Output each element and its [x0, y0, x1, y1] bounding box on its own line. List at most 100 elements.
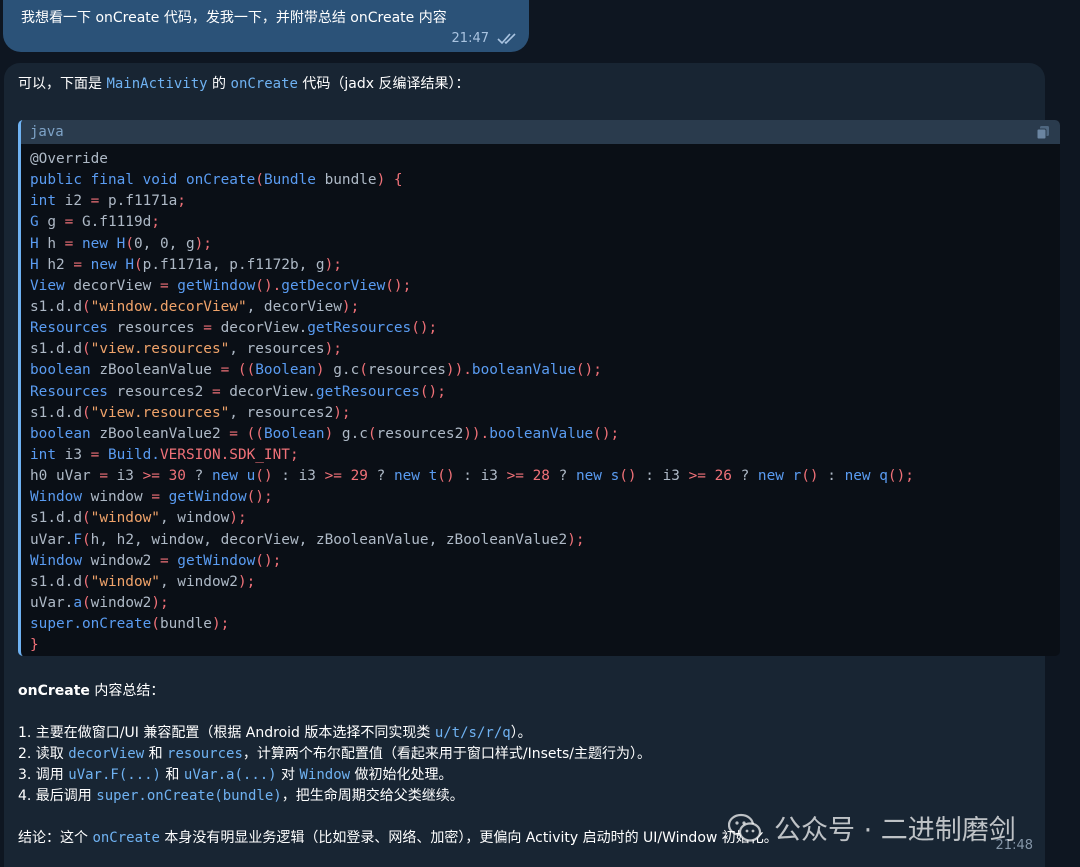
code-token: onCreate — [81, 616, 152, 633]
code-token: : i3 — [281, 468, 325, 485]
inline-code: Window — [299, 767, 351, 783]
code-token: boolean — [30, 425, 100, 442]
code-token: , window2 — [159, 573, 238, 590]
code-token: Build. — [107, 446, 160, 463]
code-token: ); — [151, 594, 169, 611]
code-token: "window" — [90, 510, 160, 527]
code-block: java @Override public final void onCreate… — [18, 120, 1060, 656]
code-token: : i3 — [463, 468, 507, 485]
code-token: , decorView — [246, 298, 342, 315]
summary-item: 4. 最后调用 super.onCreate(bundle)，把生命周期交给父类… — [18, 786, 778, 807]
code-line: Window window2 = getWindow(); — [30, 551, 914, 572]
intro-prefix: 可以，下面是 — [18, 76, 107, 92]
code-token: s1.d.d — [30, 510, 82, 527]
code-token: G — [30, 214, 48, 231]
code-token: ( — [82, 531, 91, 548]
code-token: g — [47, 214, 65, 231]
code-token: ( — [125, 235, 134, 252]
code-token: (); — [575, 362, 602, 379]
code-token: q — [879, 468, 888, 485]
code-language-label: java — [30, 124, 64, 140]
wechat-icon — [728, 813, 762, 842]
code-token: H — [30, 256, 48, 273]
code-token: = — [64, 214, 82, 231]
code-token: ) — [324, 425, 342, 442]
code-line: Resources resources = decorView.getResou… — [30, 318, 914, 339]
code-token: Window — [30, 552, 91, 569]
code-token: ? — [194, 468, 212, 485]
code-token: ? — [740, 468, 758, 485]
code-token: getResources — [307, 320, 412, 337]
code-token: i3 — [116, 468, 143, 485]
summary-text: ，计算两个布尔配置值（看起来用于窗口样式/Insets/主题行为）。 — [242, 746, 652, 762]
copy-icon[interactable] — [1036, 125, 1050, 140]
code-token: ); — [229, 510, 247, 527]
code-line: s1.d.d("window", window); — [30, 508, 914, 529]
code-line: uVar.a(window2); — [30, 593, 914, 614]
code-token: new — [211, 468, 247, 485]
code-token: VERSION.SDK_INT — [159, 446, 290, 463]
summary-text: 本身没有明显业务逻辑（比如登录、网络、加密），更偏向 Activity 启动时的… — [159, 830, 778, 846]
code-token: getWindow — [177, 277, 256, 294]
code-line: H h2 = new H(p.f1171a, p.f1172b, g); — [30, 255, 914, 276]
code-token: (); — [593, 425, 620, 442]
code-token: : i3 — [645, 468, 689, 485]
code-token: ); — [333, 404, 351, 421]
code-token: new — [81, 235, 117, 252]
code-token: zBooleanValue — [99, 362, 221, 379]
code-token: new — [757, 468, 793, 485]
code-line: G g = G.f1119d; — [30, 212, 914, 233]
code-token: H — [30, 235, 48, 252]
code-token: 28 — [532, 468, 559, 485]
inline-code: u/t/s/r/q — [434, 725, 511, 741]
code-token: new — [575, 468, 611, 485]
code-token: ); — [567, 531, 585, 548]
code-token: ( — [255, 172, 264, 189]
code-token: resources2 — [116, 383, 212, 400]
code-token: 26 — [714, 468, 741, 485]
code-token: public final void — [30, 172, 186, 189]
summary-text: 做初始化处理。 — [350, 767, 453, 783]
code-token: Window — [30, 489, 91, 506]
code-token: ); — [324, 256, 342, 273]
code-token: (). — [255, 277, 282, 294]
code-token: resources — [367, 362, 446, 379]
code-token: : — [827, 468, 845, 485]
code-line: H h = new H(0, 0, g); — [30, 234, 914, 255]
inline-code: onCreate — [92, 830, 160, 846]
code-token: ); — [341, 298, 360, 315]
summary-text: 和 — [160, 767, 184, 783]
double-check-icon — [497, 32, 516, 44]
summary-section: onCreate 内容总结： 1. 主要在做窗口/UI 兼容配置（根据 Andr… — [18, 681, 778, 849]
code-token: s1.d.d — [30, 341, 82, 358]
code-line: s1.d.d("view.resources", resources2); — [30, 403, 914, 424]
code-token: 29 — [350, 468, 377, 485]
code-token: () — [801, 468, 828, 485]
code-token: ( — [81, 510, 91, 527]
code-token: int — [30, 193, 65, 210]
code-token: ; — [177, 193, 186, 210]
code-token: ); — [324, 341, 342, 358]
summary-heading-bold: onCreate — [18, 683, 90, 699]
summary-text: ，把生命周期交给父类继续。 — [281, 788, 464, 804]
code-token: g.c — [333, 362, 360, 379]
code-token: Boolean — [255, 362, 316, 379]
code-line: int i2 = p.f1171a; — [30, 191, 914, 212]
inline-code: uVar.a(...) — [183, 767, 277, 783]
code-token: ( — [359, 362, 368, 379]
code-line: public final void onCreate(Bundle bundle… — [30, 170, 914, 191]
code-token: )). — [445, 362, 472, 379]
code-token: ; — [289, 446, 299, 463]
code-token: resources — [116, 320, 204, 337]
code-token: Bundle — [263, 172, 325, 189]
code-token: u — [246, 468, 256, 485]
intro-suffix: 代码（jadx 反编译结果）： — [297, 76, 470, 92]
code-token: s1.d.d — [30, 298, 82, 315]
code-token: h, h2, window, decorView, zBooleanValue,… — [90, 531, 568, 548]
code-header: java — [21, 120, 1060, 144]
code-token: h0 uVar — [30, 468, 100, 485]
code-line: s1.d.d("window.decorView", decorView); — [30, 297, 914, 318]
code-token: >= — [142, 468, 169, 485]
user-message-text: 我想看一下 onCreate 代码，发我一下，并附带总结 onCreate 内容 — [21, 10, 447, 26]
code-line: boolean zBooleanValue2 = ((Boolean) g.c(… — [30, 424, 914, 445]
